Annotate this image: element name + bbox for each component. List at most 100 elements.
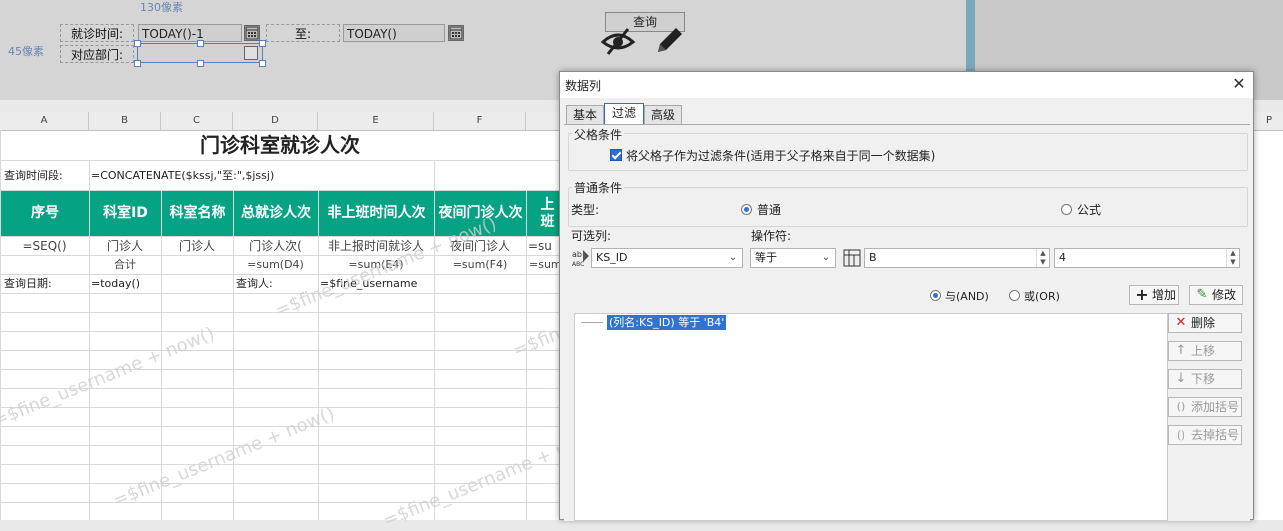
tab-basic[interactable]: 基本 [566,105,604,124]
cell-b6[interactable]: =today() [91,275,161,293]
column-header-g[interactable] [526,112,560,130]
end-date-input[interactable]: TODAY() [343,24,445,42]
remove-parenthesis-button[interactable]: ⟮⟯ 去掉括号 [1168,425,1242,445]
header-total-visits[interactable]: 总就诊人次 [234,191,318,236]
column-select-value: KS_ID [596,251,628,264]
column-header-d[interactable]: D [233,112,318,130]
header-dept-id[interactable]: 科室ID [90,191,161,236]
column-header-p[interactable]: P [1255,112,1283,130]
add-condition-button[interactable]: + 增加 [1129,285,1179,305]
move-down-button[interactable]: ↓ 下移 [1168,369,1242,389]
pencil-icon[interactable] [652,24,686,56]
dialog-title: 数据列 [565,79,602,93]
resize-handle[interactable] [259,60,266,67]
cell-g4[interactable]: =su [528,237,560,255]
arrow-down-icon: ↓ [1175,371,1187,386]
resize-handle[interactable] [134,40,141,47]
spinner-icon[interactable]: ▲ ▼ [1226,249,1239,267]
watermark-text: =$fine_username + now() [0,323,218,432]
remove-parenthesis-icon: ⟮⟯ [1177,428,1185,441]
cell-d4[interactable]: 门诊人次( [233,237,318,255]
parent-condition-label: 父格条件 [572,126,625,143]
chevron-down-icon[interactable]: ⌄ [819,250,833,266]
type-normal-label[interactable]: 普通 [757,201,781,218]
cell-a6[interactable]: 查询日期: [4,275,89,293]
plus-icon: + [1135,285,1149,304]
resize-handle[interactable] [259,40,266,47]
header-dept-name[interactable]: 科室名称 [162,191,233,236]
top-offset-hint: 130像素 [140,1,183,14]
header-seq[interactable]: 序号 [1,191,89,236]
cell-reference-icon[interactable] [843,249,861,267]
report-title[interactable]: 门诊科室就诊人次 [0,131,560,160]
cell-row-input[interactable]: 4 ▲ ▼ [1054,248,1240,268]
data-column-dialog: 数据列 ✕ 基本 过滤 高级 父格条件 将父格子作为过滤条件(适用于父子格来自于… [559,71,1254,521]
spinner-icon[interactable]: ▲ ▼ [1036,249,1049,267]
delete-button[interactable]: ✕ 删除 [1168,313,1242,333]
cell-a4[interactable]: =SEQ() [0,237,89,255]
column-header-a[interactable]: A [0,112,89,130]
cell-g5[interactable]: =sum [529,256,560,274]
column-label: 可选列: [571,229,612,243]
column-header-c[interactable]: C [161,112,233,130]
calendar-icon[interactable] [448,25,464,41]
type-formula-radio[interactable] [1061,204,1072,215]
column-header-f[interactable]: F [434,112,526,130]
svg-text:ABC: ABC [572,261,584,268]
to-label: 至: [266,24,340,42]
column-select[interactable]: KS_ID ⌄ [591,248,743,268]
operator-select[interactable]: 等于 ⌄ [750,248,836,268]
resize-handle[interactable] [197,60,204,67]
move-up-button[interactable]: ↑ 上移 [1168,341,1242,361]
cell-row-value: 4 [1059,251,1066,264]
column-header-b[interactable]: B [89,112,161,130]
cell-column-input[interactable]: B ▲ ▼ [864,248,1050,268]
resize-handle[interactable] [197,40,204,47]
start-date-input[interactable]: TODAY()-1 [138,24,242,42]
dropdown-icon[interactable] [244,46,258,60]
or-label[interactable]: 或(OR) [1024,288,1060,304]
normal-condition-group [568,187,1248,227]
header-off-hours-visits[interactable]: 非上班时间人次 [319,191,434,236]
column-header-e[interactable]: E [318,112,434,130]
query-period-label[interactable]: 查询时间段: [4,161,88,190]
cell-c4[interactable]: 门诊人 [161,237,233,255]
query-period-formula[interactable]: =CONCATENATE($kssj,"至:",$jssj) [91,161,431,190]
delete-x-icon: ✕ [1175,315,1187,330]
cell-b4[interactable]: 门诊人 [89,237,161,255]
watermark-text: =$fine_username + now() [110,403,338,512]
tab-filter[interactable]: 过滤 [604,103,644,124]
cell-b5[interactable]: 合计 [89,256,161,274]
visit-time-label: 就诊时间: [60,24,134,42]
operator-label: 操作符: [751,229,792,243]
header-work-hours[interactable]: 上班 [527,191,560,236]
type-formula-label[interactable]: 公式 [1077,201,1101,218]
eye-hidden-icon[interactable] [600,26,636,56]
and-radio[interactable] [930,290,941,301]
condition-list[interactable]: (列名:KS_ID) 等于 'B4' [574,313,1168,521]
or-radio[interactable] [1009,290,1020,301]
cell-f5[interactable]: =sum(F4) [434,256,526,274]
tab-advanced[interactable]: 高级 [644,105,682,124]
chevron-down-icon[interactable]: ⌄ [726,250,740,266]
parenthesis-icon: () [1176,400,1186,413]
cell-d5[interactable]: =sum(D4) [233,256,318,274]
modify-condition-button[interactable]: ✎ 修改 [1189,285,1243,305]
normal-condition-label: 普通条件 [572,179,625,196]
add-parenthesis-button[interactable]: () 添加括号 [1168,397,1242,417]
dialog-titlebar[interactable]: 数据列 ✕ [560,72,1253,98]
and-label[interactable]: 与(AND) [945,288,989,304]
calendar-icon[interactable] [244,25,260,41]
operator-select-value: 等于 [755,251,777,264]
type-normal-radio[interactable] [741,204,752,215]
column-type-icon: ab ABC [571,248,591,268]
tree-line [581,322,603,323]
condition-item[interactable]: (列名:KS_ID) 等于 'B4' [607,315,727,330]
parent-filter-checkbox-label[interactable]: 将父格子作为过滤条件(适用于父子格来自于同一个数据集) [626,147,935,164]
cell-column-value: B [869,251,877,264]
resize-handle[interactable] [134,60,141,67]
edit-icon: ✎ [1196,287,1208,302]
parent-filter-checkbox[interactable] [610,149,622,161]
close-icon[interactable]: ✕ [1230,75,1248,93]
svg-text:ab: ab [572,250,582,259]
